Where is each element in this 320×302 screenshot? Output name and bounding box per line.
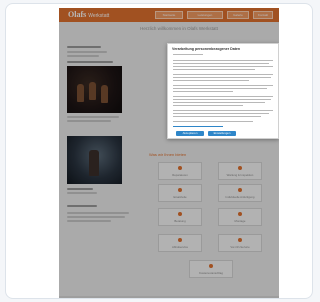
cookie-consent-dialog: Verarbeitung personenbezogener Daten Akz… xyxy=(167,43,279,139)
dialog-text-line xyxy=(173,60,273,62)
dialog-text-line xyxy=(173,91,233,93)
screenshot-card: Olafs Werkstatt Startseite Leistungen Ga… xyxy=(5,3,313,299)
web-page: Olafs Werkstatt Startseite Leistungen Ga… xyxy=(59,8,279,299)
dialog-text-line xyxy=(173,77,271,79)
dialog-text-line xyxy=(173,116,261,118)
footer-text-line xyxy=(99,298,239,299)
dialog-text-line xyxy=(173,63,269,65)
dialog-text-line xyxy=(173,69,255,71)
settings-button[interactable]: Einstellungen xyxy=(208,131,236,136)
dialog-text-line xyxy=(173,88,267,90)
dialog-text-line xyxy=(173,99,271,101)
dialog-text-line xyxy=(173,105,243,107)
dialog-text-line xyxy=(173,66,273,68)
dialog-text-line xyxy=(173,102,265,104)
dialog-text-line xyxy=(173,96,273,98)
privacy-link[interactable] xyxy=(173,126,223,128)
dialog-text-line xyxy=(173,80,249,82)
dialog-text-line xyxy=(173,74,273,76)
accept-button[interactable]: Akzeptieren xyxy=(176,131,204,136)
dialog-text-line xyxy=(173,121,253,123)
cookie-dialog-title: Verarbeitung personenbezogener Daten xyxy=(172,47,241,51)
dialog-text-line xyxy=(173,54,203,56)
dialog-text-line xyxy=(173,110,273,112)
dialog-text-line xyxy=(173,85,273,87)
dialog-text-line xyxy=(173,113,269,115)
